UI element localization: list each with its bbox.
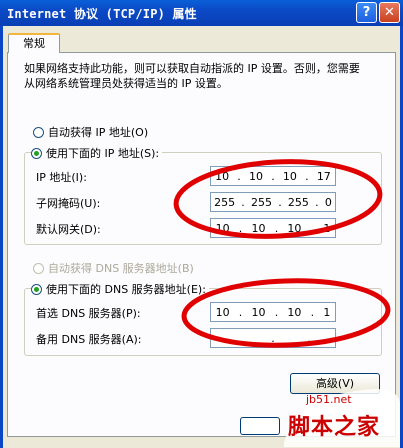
dot: .	[274, 305, 279, 319]
alternate-dns-field[interactable]: . . .	[210, 328, 336, 348]
octet: 10	[287, 221, 302, 235]
dot: .	[235, 331, 239, 345]
watermark-line1: jb51.net	[306, 393, 352, 406]
ip-address-label: IP 地址(I):	[36, 171, 87, 184]
octet: 10	[287, 305, 302, 319]
dot: .	[310, 305, 315, 319]
radio-auto-dns-label: 自动获得 DNS 服务器地址(B)	[48, 262, 194, 275]
dot: .	[238, 221, 243, 235]
dot: .	[315, 195, 319, 209]
radio-auto-ip-label: 自动获得 IP 地址(O)	[48, 126, 149, 139]
watermark: jb51.net 脚本之家	[276, 383, 403, 448]
dot: .	[305, 169, 309, 183]
octet: 10	[249, 169, 263, 183]
dot: .	[278, 195, 282, 209]
octet: 10	[215, 221, 230, 235]
octet: 0	[324, 195, 332, 209]
radio-auto-dns: 自动获得 DNS 服务器地址(B)	[33, 260, 197, 276]
tab-general[interactable]: 常规	[8, 33, 60, 53]
octet: 17	[316, 169, 331, 183]
close-button[interactable]: ✕	[379, 2, 400, 23]
radio-manual-ip[interactable]: 使用下面的 IP 地址(S):	[31, 145, 163, 161]
octet: 10	[215, 305, 230, 319]
radio-manual-ip-label: 使用下面的 IP 地址(S):	[46, 147, 160, 160]
radio-auto-ip[interactable]: 自动获得 IP 地址(O)	[33, 124, 152, 140]
dot: .	[274, 221, 279, 235]
subnet-mask-field[interactable]: 255. 255. 255. 0	[210, 192, 336, 212]
subnet-mask-label: 子网掩码(U):	[36, 197, 101, 210]
help-button[interactable]: ?	[356, 2, 377, 23]
dot: .	[271, 169, 275, 183]
octet: 255	[251, 195, 272, 209]
default-gateway-label: 默认网关(D):	[36, 223, 101, 236]
octet: 1	[323, 221, 331, 235]
radio-indicator	[33, 126, 44, 138]
radio-manual-dns-label: 使用下面的 DNS 服务器地址(E):	[46, 283, 206, 296]
dot: .	[241, 195, 245, 209]
radio-manual-dns[interactable]: 使用下面的 DNS 服务器地址(E):	[31, 281, 209, 297]
dot: .	[271, 331, 275, 345]
octet: 10	[251, 221, 266, 235]
octet: 10	[215, 169, 230, 183]
radio-indicator-selected	[31, 147, 42, 159]
default-gateway-field[interactable]: 10. 10. 10. 1	[210, 218, 336, 238]
radio-indicator-selected	[31, 283, 42, 295]
octet: 10	[251, 305, 266, 319]
watermark-line2: 脚本之家	[288, 415, 381, 440]
alternate-dns-label: 备用 DNS 服务器(A):	[36, 333, 142, 346]
preferred-dns-label: 首选 DNS 服务器(P):	[36, 307, 141, 320]
title-bar: Internet 协议 (TCP/IP) 属性 ? ✕	[0, 0, 403, 26]
description-text: 如果网络支持此功能，则可以获取自动指派的 IP 设置。否则，您需要从网络系统管理…	[24, 62, 360, 90]
dot: .	[237, 169, 241, 183]
ok-button-partial[interactable]	[240, 417, 280, 435]
radio-indicator	[33, 262, 44, 274]
dot: .	[238, 305, 243, 319]
window-title: Internet 协议 (TCP/IP) 属性	[7, 7, 197, 21]
ip-address-field[interactable]: 10. 10. 10. 17	[210, 166, 336, 186]
octet: 10	[282, 169, 297, 183]
dot: .	[307, 331, 311, 345]
octet: 255	[287, 195, 309, 209]
dot: .	[310, 221, 315, 235]
octet: 255	[214, 195, 236, 209]
preferred-dns-field[interactable]: 10. 10. 10. 1	[210, 302, 336, 322]
octet: 1	[323, 305, 331, 319]
